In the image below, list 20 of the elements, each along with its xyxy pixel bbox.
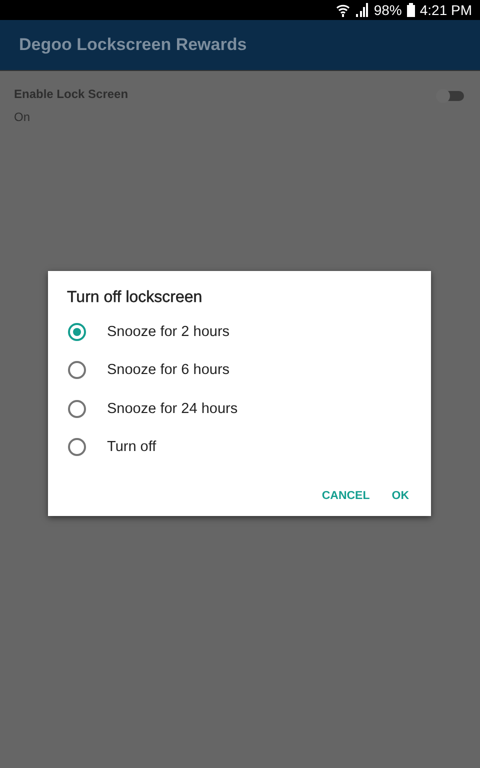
setting-summary: On — [14, 110, 32, 124]
cancel-button[interactable]: CANCEL — [314, 484, 378, 508]
radio-button[interactable] — [68, 323, 86, 342]
app-title: Degoo Lockscreen Rewards — [19, 35, 247, 55]
radio-button[interactable] — [68, 438, 86, 456]
option-label: Turn off — [107, 439, 156, 456]
battery-percent: 98% — [374, 2, 402, 18]
ok-button[interactable]: OK — [384, 484, 417, 508]
radio-button[interactable] — [68, 400, 86, 418]
radio-button[interactable] — [68, 361, 86, 380]
signal-icon — [354, 3, 369, 17]
toggle-switch[interactable] — [436, 89, 464, 103]
battery-icon — [406, 3, 415, 17]
option-label: Snooze for 2 hours — [107, 324, 230, 340]
dialog-title: Turn off lockscreen — [67, 289, 204, 307]
option-label: Snooze for 24 hours — [107, 400, 238, 417]
setting-title: Enable Lock Screen — [14, 87, 128, 101]
clock: 4:21 PM — [420, 2, 472, 18]
option-label: Snooze for 6 hours — [107, 362, 230, 378]
wifi-icon — [336, 3, 350, 17]
